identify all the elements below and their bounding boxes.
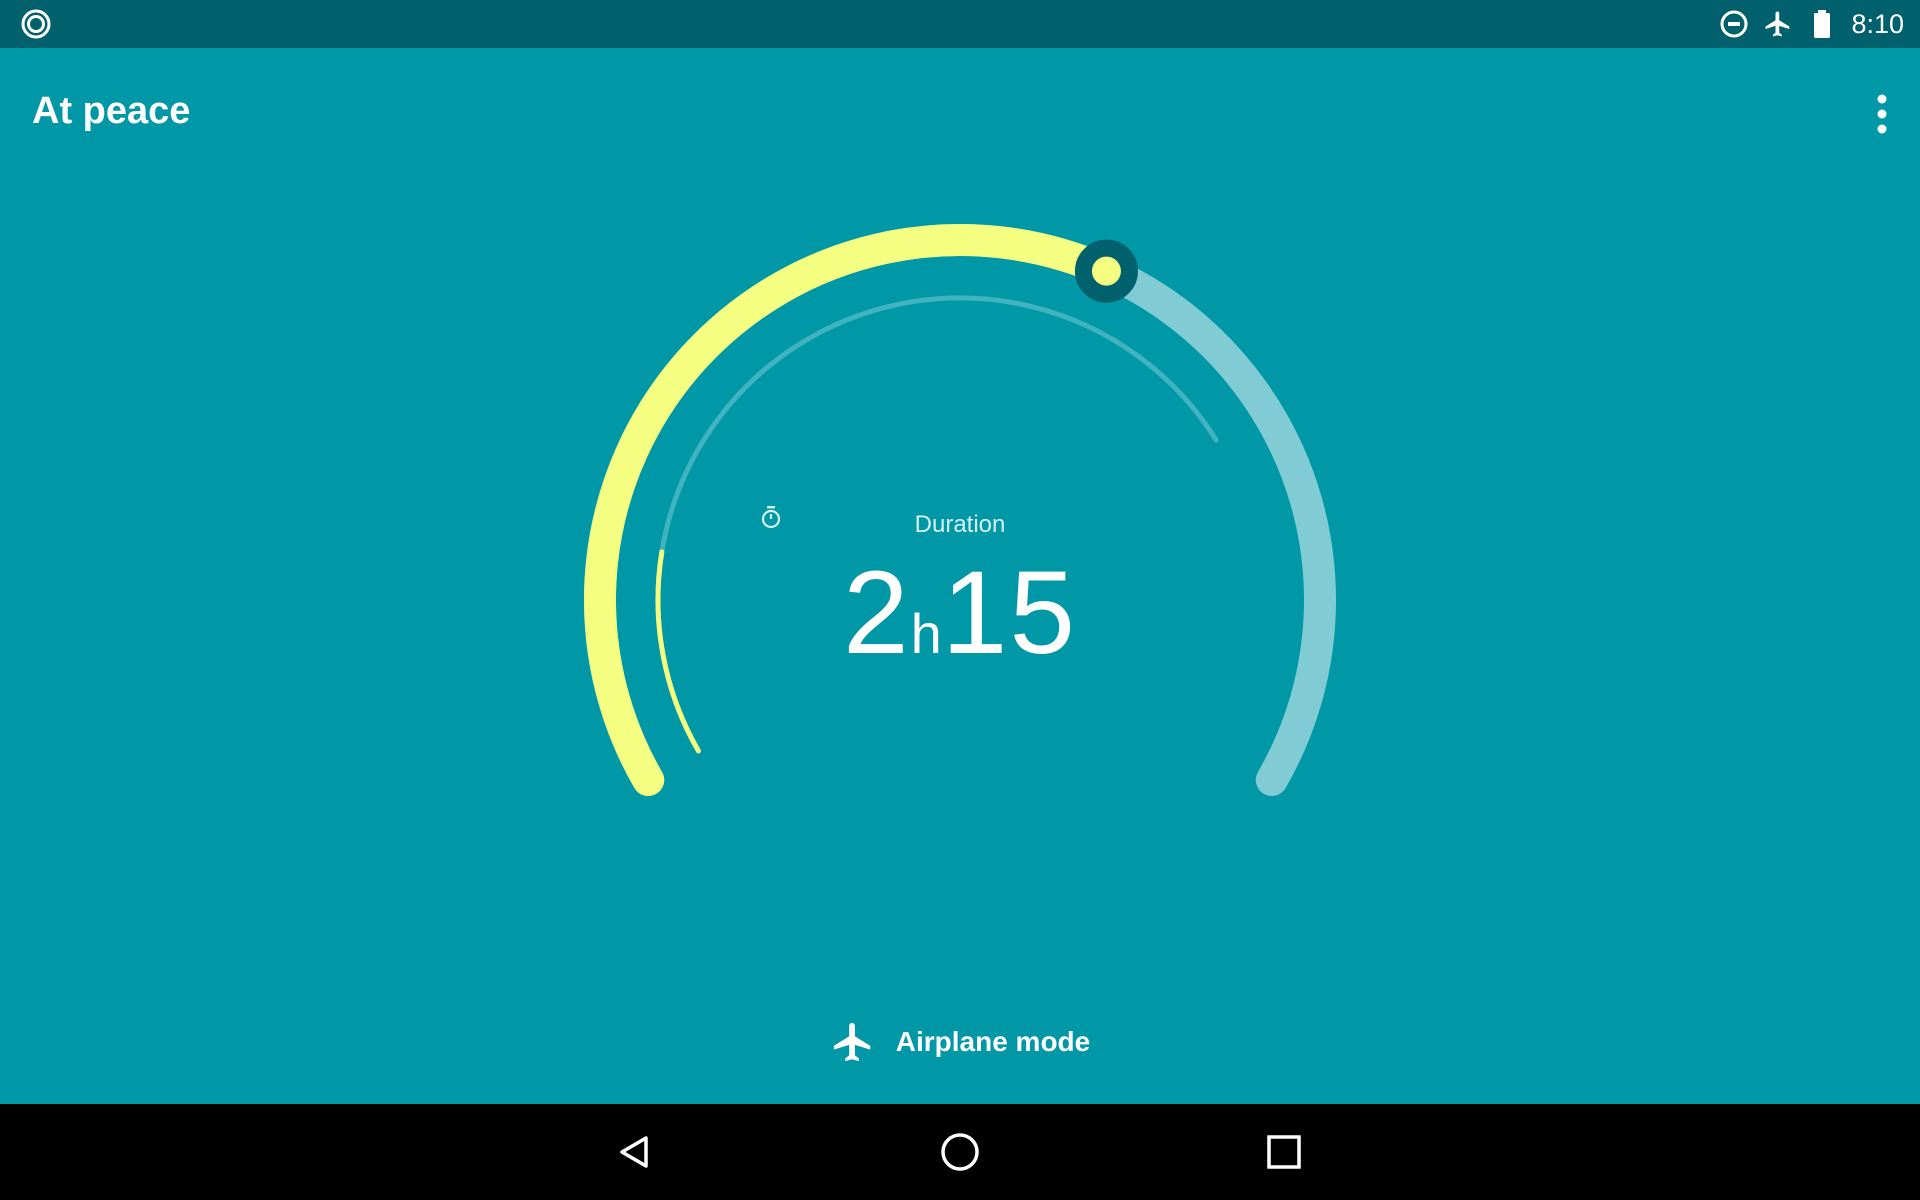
dial-inner-progress [655, 549, 701, 754]
navigation-bar [0, 1104, 1920, 1200]
dial-readout: Duration 2h15 [760, 505, 1160, 694]
duration-label: Duration [914, 511, 1006, 538]
mode-row: Airplane mode [0, 1012, 1920, 1072]
mode-label: Airplane mode [895, 1026, 1091, 1057]
duration-label-row: Duration [760, 505, 1160, 545]
duration-hours: 2 [842, 547, 911, 679]
recents-icon[interactable] [1256, 1124, 1312, 1180]
duration-minutes: 15 [941, 547, 1078, 679]
timer-icon [761, 506, 781, 529]
duration-value: 2h15 [760, 553, 1160, 694]
home-icon[interactable] [932, 1124, 988, 1180]
airplane-icon [833, 1022, 870, 1062]
duration-dial[interactable]: Duration 2h15 [0, 0, 1920, 1104]
back-icon[interactable] [608, 1124, 664, 1180]
airplane-mode-button[interactable]: Airplane mode [830, 1019, 1090, 1065]
duration-hours-unit: h [910, 602, 942, 665]
